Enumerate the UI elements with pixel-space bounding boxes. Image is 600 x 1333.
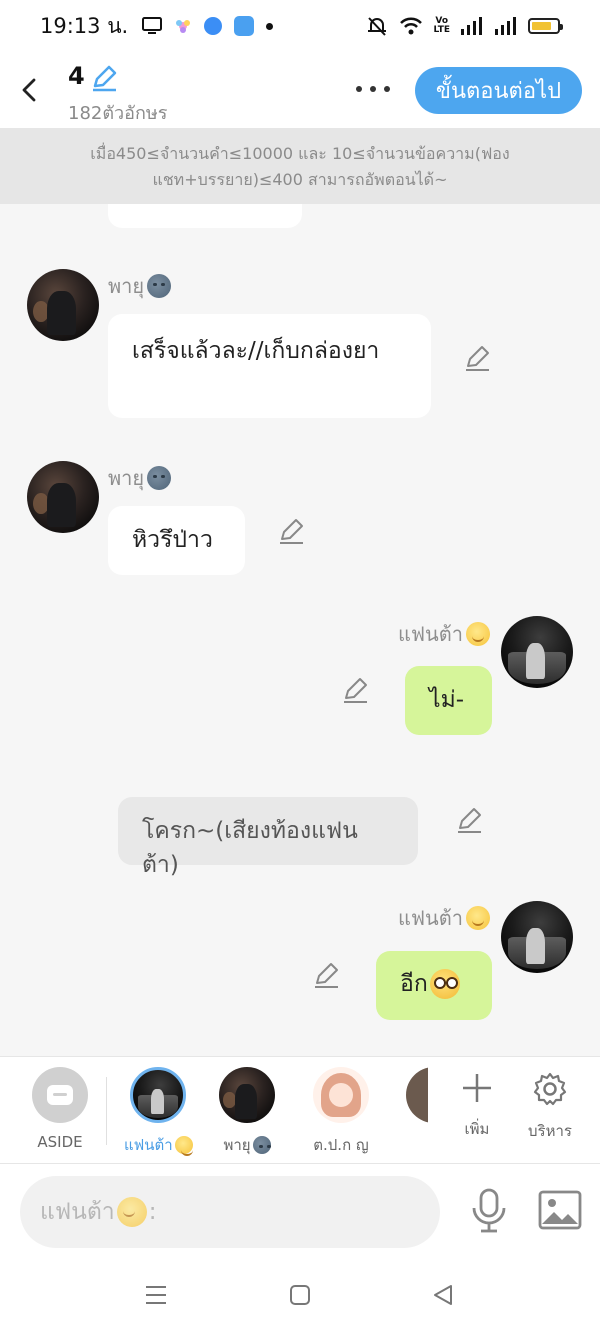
character-tpk[interactable]: ต.ป.ก ญ [313,1067,369,1157]
edit-message-icon[interactable] [277,517,305,545]
aside-button[interactable]: ASIDE [32,1067,88,1151]
back-triangle-icon[interactable] [432,1284,454,1306]
signal-1-icon [461,17,482,35]
pinwheel-app-icon [176,20,191,33]
add-character-button[interactable]: เพิ่ม [460,1071,494,1141]
system-icons: Vo LTE [365,15,563,37]
battery-icon [528,18,563,34]
smiling-face-emoji-icon [465,622,490,646]
chevron-left-icon [22,78,36,102]
home-icon[interactable] [289,1284,311,1306]
character-fanta[interactable]: แฟนต้า [124,1067,193,1157]
character-selector-bar: ASIDE แฟนต้า พายุ ต.ป.ก ญ หู เพิ่ม บริหา… [0,1056,600,1164]
message-bubble[interactable]: เสร็จแล้วละ//เก็บกล่องยา [108,314,431,418]
moon-face-emoji-icon [252,1136,271,1154]
smiling-face-emoji-icon [174,1136,193,1156]
narration-bubble[interactable]: โครก~(เสียงท้องแฟนต้า) [118,797,418,878]
status-bar: 19:13 น. Vo LTE [0,0,600,52]
publish-requirement-notice: เมื่อ450≤จำนวนคำ≤10000 และ 10≤จำนวนข้อคว… [0,128,600,204]
flushed-face-emoji-icon [429,969,460,999]
message-bubble[interactable]: อีก [376,951,492,1020]
message-bubble[interactable]: หิวรึป่าว [108,506,245,575]
next-step-button[interactable]: ขั้นตอนต่อไป [415,67,582,114]
back-button[interactable] [14,70,44,110]
aside-icon [32,1067,88,1123]
avatar-partial [406,1067,428,1123]
character-label: แฟนต้า [124,1133,193,1157]
messenger-app-icon [204,17,223,35]
character-label: ต.ป.ก ญ [313,1136,369,1154]
status-time: 19:13 น. [40,13,129,38]
image-icon[interactable] [538,1190,582,1230]
character-phayu[interactable]: พายุ [219,1067,275,1157]
character-partial[interactable]: หู [406,1067,428,1157]
input-placeholder: แฟนต้า [40,1199,115,1225]
moon-face-emoji-icon [147,274,172,298]
avatar-phayu[interactable] [27,461,99,533]
character-partial-clip: หู [406,1067,428,1157]
speaker-name: พายุ [108,270,172,302]
chat-area[interactable]: พายุ เสร็จแล้วละ//เก็บกล่องยา พายุ หิวรึ… [0,204,600,1056]
character-count: 182ตัวอักษร [68,103,168,124]
more-options-button[interactable] [352,76,394,102]
notification-icons [142,16,274,36]
editor-header: 4 182ตัวอักษร ขั้นตอนต่อไป [0,52,600,128]
manage-characters-button[interactable]: บริหาร [528,1071,572,1143]
gear-icon [533,1072,567,1106]
aside-label: ASIDE [37,1133,83,1151]
edit-message-icon[interactable] [341,676,369,704]
edit-title-icon[interactable] [90,64,118,92]
wifi-icon [400,17,423,35]
screen-icon [142,17,163,34]
message-bubble-partial[interactable] [108,204,302,228]
divider [106,1077,107,1145]
noveltoon-app-icon [234,16,255,36]
edit-narration-icon[interactable] [455,806,483,834]
add-label: เพิ่ม [464,1120,490,1138]
speaker-name: แฟนต้า [398,902,490,934]
input-suffix: : [148,1199,157,1225]
message-input[interactable]: แฟนต้า : [20,1176,440,1248]
system-navigation-bar [0,1260,600,1333]
signal-2-icon [495,17,516,35]
edit-message-icon[interactable] [463,344,491,372]
menu-icon[interactable] [145,1284,167,1306]
moon-face-emoji-icon [147,466,172,490]
avatar-tpk [313,1067,369,1123]
avatar-phayu [219,1067,275,1123]
more-notifications-dot [266,22,274,30]
avatar-phayu[interactable] [27,269,99,341]
avatar-fanta[interactable] [501,616,573,688]
chapter-title: 4 [68,62,85,90]
plus-icon [463,1074,491,1102]
speaker-name: แฟนต้า [398,618,490,650]
manage-label: บริหาร [528,1122,572,1140]
character-label: พายุ [223,1133,271,1157]
speaker-name: พายุ [108,462,172,494]
microphone-icon[interactable] [470,1188,508,1234]
avatar-fanta [130,1067,187,1123]
volte-icon: Vo LTE [433,16,450,35]
message-bubble[interactable]: ไม่- [405,666,492,735]
smiling-face-emoji-icon [465,906,490,930]
edit-message-icon[interactable] [312,961,340,989]
input-bar: แฟนต้า : [0,1164,600,1260]
mute-bell-icon [368,17,387,36]
smiling-face-emoji-icon [116,1197,147,1227]
avatar-fanta[interactable] [501,901,573,973]
